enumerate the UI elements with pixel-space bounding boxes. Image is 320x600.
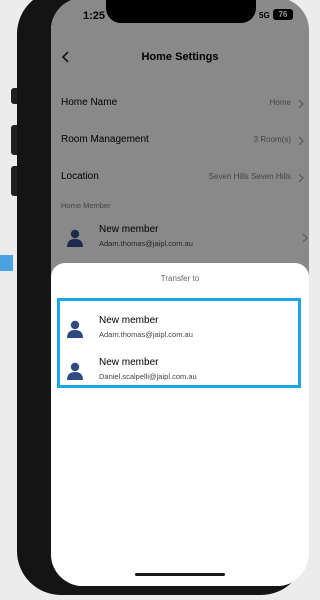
transfer-member-option[interactable]: New member Adam.thomas@jaipl.com.au [61,315,301,351]
transfer-sheet: Transfer to New member Adam.thomas@jaipl… [51,263,309,586]
home-indicator[interactable] [135,573,225,576]
person-icon [67,362,83,380]
accent-bar [0,255,13,271]
member-name: New member [99,315,159,326]
member-email: Daniel.scalpelli@jaipl.com.au [99,372,197,381]
member-name: New member [99,357,159,368]
sheet-title: Transfer to [160,274,200,283]
member-email: Adam.thomas@jaipl.com.au [99,330,193,339]
phone-screen: 1:25 5G 76 Home Settings Home Name Home … [51,0,309,586]
transfer-member-option[interactable]: New member Daniel.scalpelli@jaipl.com.au [61,357,301,393]
dynamic-island [106,0,256,23]
phone-frame: 1:25 5G 76 Home Settings Home Name Home … [17,0,309,595]
person-icon [67,320,83,338]
